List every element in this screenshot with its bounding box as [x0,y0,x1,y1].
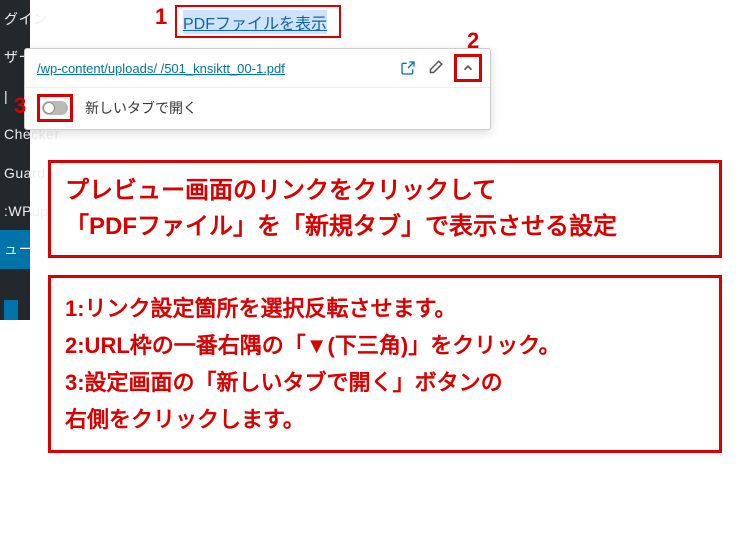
sidebar-item[interactable]: Guard [0,154,30,192]
sidebar-accent [4,300,18,320]
url-row: /wp-content/uploads/ /501_knsiktt_00-1.p… [25,49,490,88]
callout-steps: 1:リンク設定箇所を選択反転させます。 2:URL枠の一番右隅の「▼(下三角)」… [48,275,722,453]
annotation-marker-1: 1 [155,4,167,30]
callout-summary: プレビュー画面のリンクをクリックして 「PDFファイル」を「新規タブ」で表示させ… [48,160,722,258]
toggle-knob [43,102,55,114]
external-link-icon[interactable] [400,60,416,76]
open-new-tab-label: 新しいタブで開く [85,98,197,118]
selected-link-text[interactable]: PDFファイルを表示 [175,5,341,38]
step-line: 2:URL枠の一番右隅の「▼(下三角)」をクリック。 [65,329,705,362]
sidebar-item[interactable]: ューを [0,230,30,268]
edit-icon[interactable] [426,59,444,77]
step-line: 右側をクリックします。 [65,403,705,436]
annotation-box-3 [37,94,73,122]
chevron-up-icon [461,61,475,75]
link-settings-popover: /wp-content/uploads/ /501_knsiktt_00-1.p… [24,48,491,130]
step-line: 1:リンク設定箇所を選択反転させます。 [65,292,705,325]
open-new-tab-toggle[interactable] [42,101,68,115]
step-line: 3:設定画面の「新しいタブで開く」ボタンの [65,366,705,399]
expand-settings-button[interactable] [454,54,482,82]
sidebar-item[interactable]: :WPup [0,192,30,230]
new-tab-row: 新しいタブで開く [25,88,490,128]
link-text: PDFファイルを表示 [183,10,327,34]
annotation-marker-3: 3 [14,93,26,119]
callout-line: プレビュー画面のリンクをクリックして [65,173,705,209]
link-url[interactable]: /wp-content/uploads/ /501_knsiktt_00-1.p… [37,61,394,76]
callout-line: 「PDFファイル」を「新規タブ」で表示させる設定 [65,209,705,245]
sidebar-item[interactable]: グイン [0,0,30,38]
